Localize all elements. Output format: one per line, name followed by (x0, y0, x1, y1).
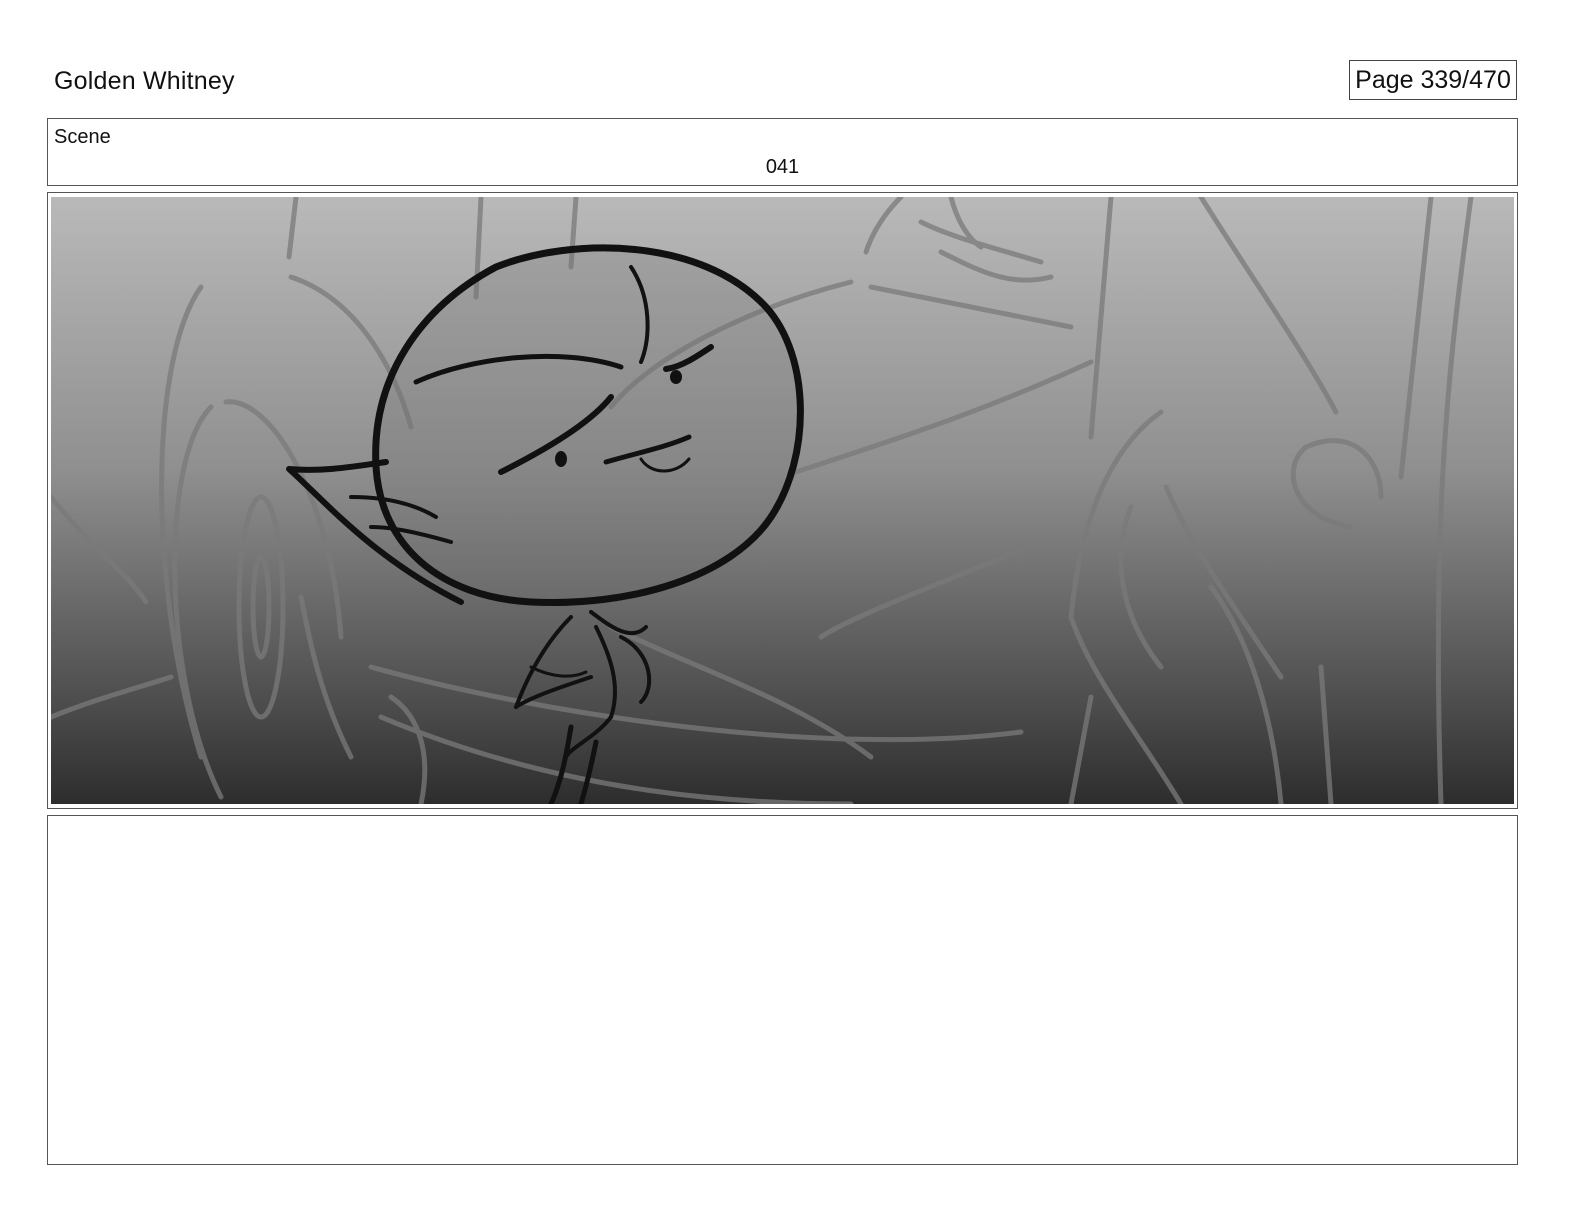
scene-number: 041 (765, 156, 800, 178)
storyboard-panel (47, 192, 1518, 809)
page-counter: Page 339/470 (1349, 60, 1517, 100)
panel-illustration (51, 197, 1514, 804)
scene-box: Scene 041 (47, 118, 1518, 186)
sketch-drawing (51, 197, 1474, 804)
notes-box (47, 815, 1518, 1165)
document-title: Golden Whitney (54, 67, 235, 95)
scene-label: Scene (54, 126, 111, 148)
